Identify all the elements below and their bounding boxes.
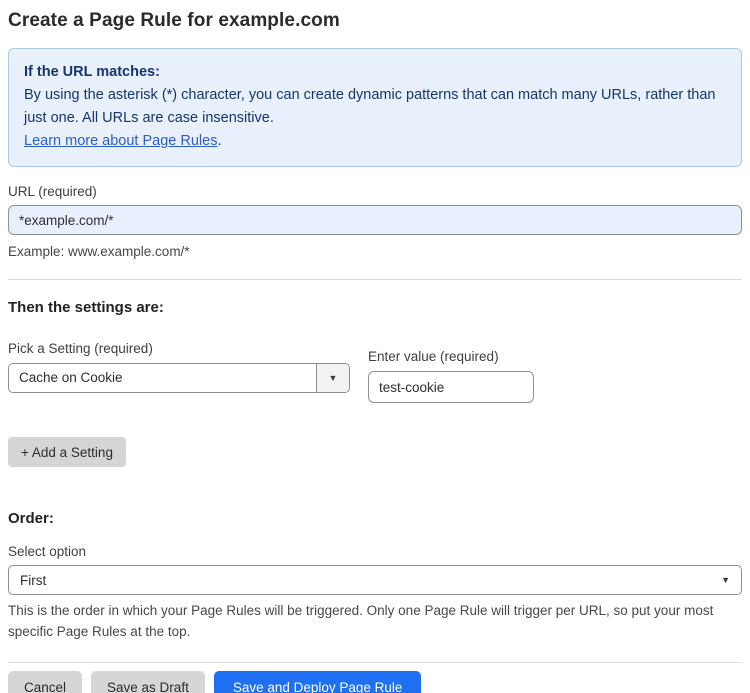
setting-value-column: Enter value (required) bbox=[368, 349, 534, 403]
setting-select-label: Pick a Setting (required) bbox=[8, 341, 153, 356]
footer-divider bbox=[8, 662, 742, 663]
url-field-label: URL (required) bbox=[8, 184, 97, 199]
create-page-rule-panel: Create a Page Rule for example.com If th… bbox=[0, 0, 750, 693]
setting-select-arrow-button[interactable]: ▼ bbox=[316, 364, 349, 392]
cancel-button[interactable]: Cancel bbox=[8, 671, 83, 693]
setting-select-column: Pick a Setting (required) Cache on Cooki… bbox=[8, 341, 350, 393]
save-and-deploy-button[interactable]: Save and Deploy Page Rule bbox=[213, 671, 422, 693]
url-matches-info-box: If the URL matches: By using the asteris… bbox=[8, 48, 742, 167]
info-box-heading: If the URL matches: bbox=[24, 64, 160, 80]
url-input[interactable] bbox=[8, 205, 742, 235]
url-field-helper: Example: www.example.com/* bbox=[8, 244, 190, 259]
setting-value-input[interactable] bbox=[368, 371, 534, 403]
setting-select[interactable]: Cache on Cookie ▼ bbox=[8, 363, 350, 393]
order-select-label: Select option bbox=[8, 544, 87, 559]
settings-section-heading: Then the settings are: bbox=[8, 299, 164, 316]
page-title: Create a Page Rule for example.com bbox=[8, 10, 340, 31]
chevron-down-icon: ▼ bbox=[721, 575, 730, 585]
chevron-down-icon: ▼ bbox=[328, 373, 338, 383]
save-as-draft-button[interactable]: Save as Draft bbox=[91, 671, 205, 693]
info-box-link-line: Learn more about Page Rules. bbox=[24, 130, 726, 153]
order-section-heading: Order: bbox=[8, 510, 54, 527]
order-select[interactable]: First ▼ bbox=[8, 565, 742, 595]
add-setting-button[interactable]: + Add a Setting bbox=[8, 437, 126, 467]
settings-row: Pick a Setting (required) Cache on Cooki… bbox=[8, 341, 742, 403]
setting-select-value: Cache on Cookie bbox=[19, 370, 123, 385]
order-select-value: First bbox=[20, 572, 47, 588]
info-box-body: By using the asterisk (*) character, you… bbox=[24, 87, 716, 126]
learn-more-link[interactable]: Learn more about Page Rules bbox=[24, 133, 217, 149]
link-suffix: . bbox=[217, 133, 222, 149]
section-divider bbox=[8, 279, 742, 280]
value-field-label: Enter value (required) bbox=[368, 349, 499, 364]
order-helper-text: This is the order in which your Page Rul… bbox=[8, 603, 714, 639]
footer-button-row: Cancel Save as Draft Save and Deploy Pag… bbox=[8, 671, 742, 693]
